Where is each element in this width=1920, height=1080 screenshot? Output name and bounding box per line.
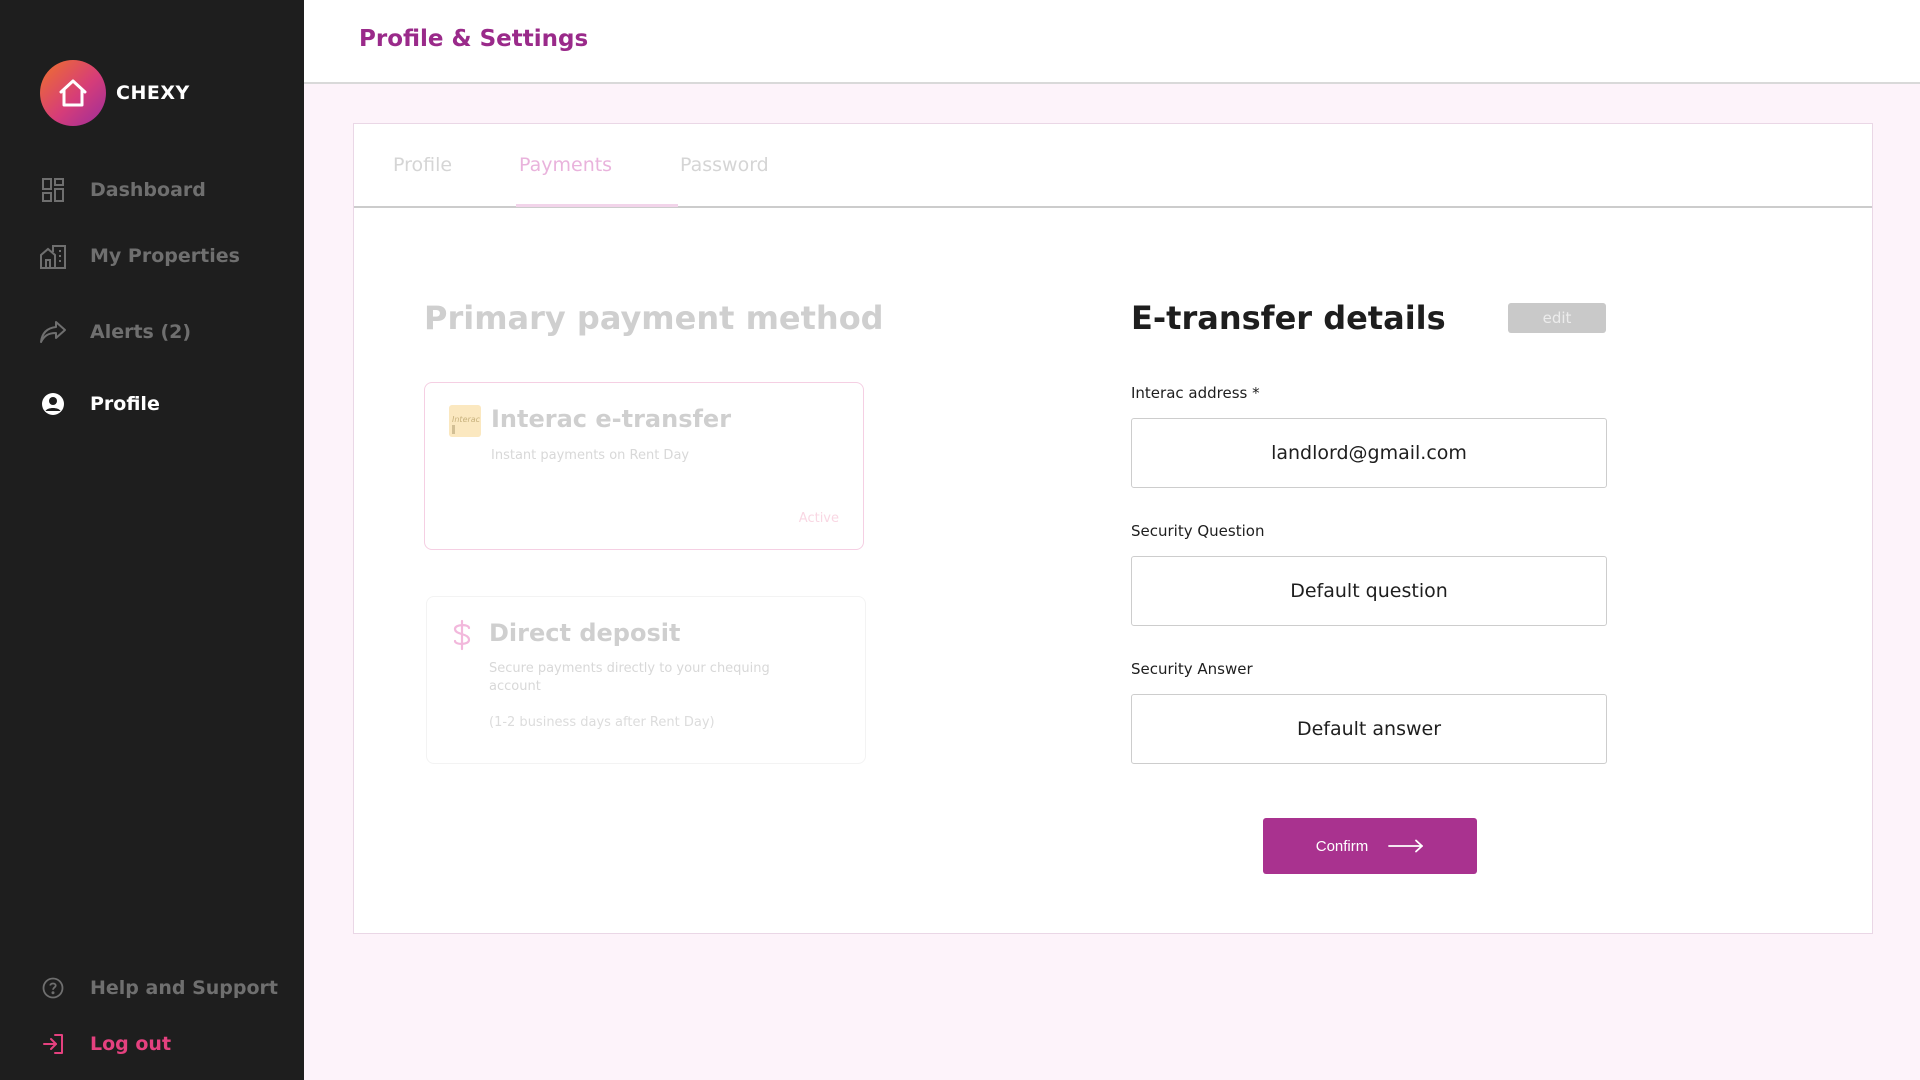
security-question-input[interactable] (1131, 556, 1607, 626)
active-tab-indicator (516, 204, 678, 207)
direct-deposit-subtitle: Secure payments directly to your chequin… (489, 661, 770, 694)
tab-profile[interactable]: Profile (393, 154, 452, 176)
interac-subtitle: Instant payments on Rent Day (491, 448, 690, 463)
interac-logo-text: Interac (452, 415, 481, 424)
page-title: Profile & Settings (359, 26, 589, 52)
logout-link[interactable]: Log out (38, 1029, 171, 1059)
confirm-button[interactable]: Confirm (1263, 818, 1477, 874)
direct-deposit-note: (1-2 business days after Rent Day) (489, 715, 715, 730)
sidebar-item-label: My Properties (90, 245, 240, 267)
tab-password[interactable]: Password (680, 154, 769, 176)
page-header: Profile & Settings (304, 0, 1920, 84)
brand-name: CHEXY (116, 82, 190, 104)
sidebar-item-label: Log out (90, 1033, 172, 1055)
tab-bar: Profile Payments Password (354, 124, 1872, 208)
user-circle-icon (38, 389, 68, 419)
dashboard-icon (38, 175, 68, 205)
security-answer-label: Security Answer (1131, 660, 1253, 678)
brand[interactable]: CHEXY (40, 60, 190, 126)
settings-card: Profile Payments Password Primary paymen… (353, 123, 1873, 934)
dollar-icon (449, 619, 481, 651)
interac-address-input[interactable] (1131, 418, 1607, 488)
logout-icon (38, 1029, 68, 1059)
sidebar: CHEXY Dashboard My Properties Alerts (2) (0, 0, 304, 1080)
sidebar-item-profile[interactable]: Profile (38, 389, 160, 419)
security-question-label: Security Question (1131, 522, 1265, 540)
interac-etransfer-option[interactable]: Interac Interac e-transfer Instant payme… (424, 382, 864, 550)
confirm-label: Confirm (1315, 837, 1369, 855)
interac-status: Active (798, 511, 839, 526)
building-icon (38, 241, 68, 271)
interac-address-label: Interac address * (1131, 384, 1260, 402)
sidebar-item-label: Help and Support (90, 977, 278, 999)
sidebar-item-dashboard[interactable]: Dashboard (38, 175, 206, 205)
share-arrow-icon (38, 317, 68, 347)
arrow-right-icon (1388, 839, 1424, 853)
help-circle-icon (38, 973, 68, 1003)
tab-payments[interactable]: Payments (519, 154, 612, 176)
sidebar-item-label: Dashboard (90, 179, 206, 201)
interac-title: Interac e-transfer (491, 405, 732, 433)
security-answer-input[interactable] (1131, 694, 1607, 764)
sidebar-item-label: Profile (90, 393, 160, 415)
house-logo-icon (40, 60, 106, 126)
sidebar-item-label: Alerts (2) (90, 321, 192, 343)
edit-button[interactable]: edit (1508, 303, 1606, 333)
sidebar-item-my-properties[interactable]: My Properties (38, 241, 240, 271)
sidebar-item-alerts[interactable]: Alerts (2) (38, 317, 191, 347)
direct-deposit-option[interactable]: Direct deposit Secure payments directly … (426, 596, 866, 764)
help-and-support-link[interactable]: Help and Support (38, 973, 278, 1003)
etransfer-details-title: E-transfer details (1131, 299, 1446, 337)
primary-payment-method-title: Primary payment method (424, 299, 884, 337)
interac-logo-icon: Interac (449, 405, 481, 437)
direct-deposit-title: Direct deposit (489, 619, 681, 647)
